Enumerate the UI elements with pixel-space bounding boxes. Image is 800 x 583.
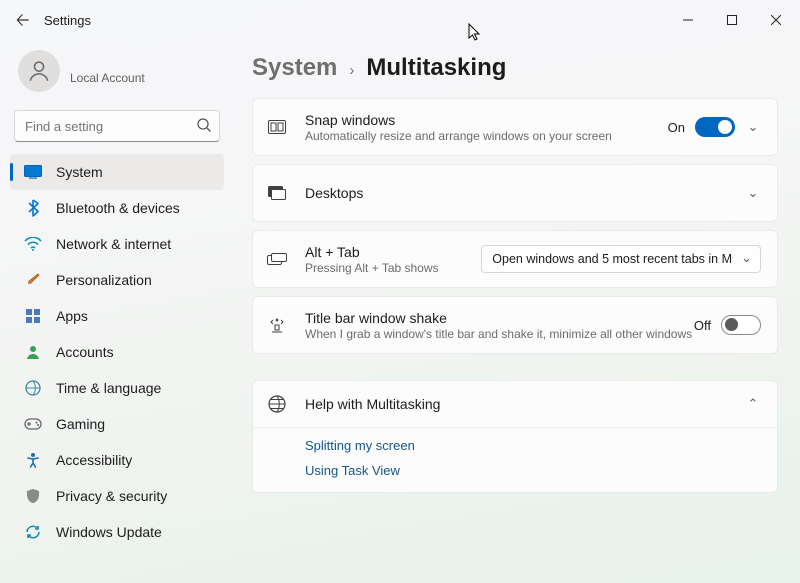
profile-name xyxy=(70,57,145,71)
snap-title: Snap windows xyxy=(305,112,668,128)
chevron-up-icon[interactable]: ⌃ xyxy=(745,396,761,412)
minimize-button[interactable] xyxy=(666,4,710,36)
breadcrumb-current: Multitasking xyxy=(366,54,506,82)
nav-privacy[interactable]: Privacy & security xyxy=(10,478,224,514)
display-icon xyxy=(24,163,42,181)
shake-icon xyxy=(267,317,287,333)
nav-label: System xyxy=(56,164,103,180)
nav-label: Gaming xyxy=(56,416,105,432)
desktops-card[interactable]: Desktops ⌄ xyxy=(252,164,778,222)
wifi-icon xyxy=(24,235,42,253)
titlebar: Settings xyxy=(0,0,800,40)
breadcrumb: System › Multitasking xyxy=(252,54,778,82)
alttab-icon xyxy=(267,253,287,265)
snap-state-label: On xyxy=(668,120,685,135)
desktops-icon xyxy=(267,186,287,200)
shield-icon xyxy=(24,487,42,505)
alttab-card: Alt + Tab Pressing Alt + Tab shows Open … xyxy=(252,230,778,288)
globe-clock-icon xyxy=(24,379,42,397)
nav-accessibility[interactable]: Accessibility xyxy=(10,442,224,478)
nav-label: Accessibility xyxy=(56,452,132,468)
snap-windows-icon xyxy=(267,120,287,134)
nav-gaming[interactable]: Gaming xyxy=(10,406,224,442)
back-button[interactable] xyxy=(10,7,36,33)
desktops-title: Desktops xyxy=(305,185,745,201)
gaming-icon xyxy=(24,415,42,433)
help-header[interactable]: Help with Multitasking ⌃ xyxy=(253,381,777,427)
help-link-split[interactable]: Splitting my screen xyxy=(305,438,763,453)
breadcrumb-parent[interactable]: System xyxy=(252,54,337,82)
search-input[interactable] xyxy=(14,110,220,142)
content: System › Multitasking Snap windows Autom… xyxy=(234,40,800,583)
search-icon xyxy=(196,117,212,133)
arrow-left-icon xyxy=(16,13,30,27)
maximize-icon xyxy=(727,15,737,25)
alttab-title: Alt + Tab xyxy=(305,244,481,260)
sidebar: Local Account System Bluetooth & devices… xyxy=(0,40,234,583)
nav-apps[interactable]: Apps xyxy=(10,298,224,334)
accounts-icon xyxy=(24,343,42,361)
help-title: Help with Multitasking xyxy=(305,396,745,412)
nav-label: Personalization xyxy=(56,272,152,288)
profile-block[interactable]: Local Account xyxy=(10,44,224,104)
chevron-right-icon: › xyxy=(349,62,354,79)
nav-label: Windows Update xyxy=(56,524,162,540)
close-icon xyxy=(771,15,781,25)
accessibility-icon xyxy=(24,451,42,469)
globe-icon xyxy=(267,395,287,413)
profile-subtitle: Local Account xyxy=(70,71,145,85)
shake-desc: When I grab a window's title bar and sha… xyxy=(305,327,694,341)
brush-icon xyxy=(24,271,42,289)
nav-label: Apps xyxy=(56,308,88,324)
shake-state-label: Off xyxy=(694,318,711,333)
nav-network[interactable]: Network & internet xyxy=(10,226,224,262)
shake-title: Title bar window shake xyxy=(305,310,694,326)
help-link-taskview[interactable]: Using Task View xyxy=(305,463,763,478)
nav: System Bluetooth & devices Network & int… xyxy=(10,154,224,550)
snap-toggle[interactable] xyxy=(695,117,735,137)
nav-label: Privacy & security xyxy=(56,488,167,504)
nav-personalization[interactable]: Personalization xyxy=(10,262,224,298)
nav-label: Bluetooth & devices xyxy=(56,200,180,216)
nav-bluetooth[interactable]: Bluetooth & devices xyxy=(10,190,224,226)
update-icon xyxy=(24,523,42,541)
window-title: Settings xyxy=(44,13,91,28)
snap-windows-card[interactable]: Snap windows Automatically resize and ar… xyxy=(252,98,778,156)
nav-label: Accounts xyxy=(56,344,114,360)
nav-time[interactable]: Time & language xyxy=(10,370,224,406)
shake-card: Title bar window shake When I grab a win… xyxy=(252,296,778,354)
nav-system[interactable]: System xyxy=(10,154,224,190)
maximize-button[interactable] xyxy=(710,4,754,36)
nav-label: Network & internet xyxy=(56,236,171,252)
alttab-desc: Pressing Alt + Tab shows xyxy=(305,261,481,275)
nav-update[interactable]: Windows Update xyxy=(10,514,224,550)
shake-toggle[interactable] xyxy=(721,315,761,335)
nav-label: Time & language xyxy=(56,380,161,396)
close-button[interactable] xyxy=(754,4,798,36)
snap-desc: Automatically resize and arrange windows… xyxy=(305,129,668,143)
minimize-icon xyxy=(683,15,693,25)
avatar xyxy=(18,50,60,92)
help-card: Help with Multitasking ⌃ Splitting my sc… xyxy=(252,380,778,493)
alttab-dropdown[interactable]: Open windows and 5 most recent tabs in M xyxy=(481,245,761,273)
chevron-down-icon[interactable]: ⌄ xyxy=(745,185,761,201)
bluetooth-icon xyxy=(24,199,42,217)
search-box xyxy=(14,110,220,142)
chevron-down-icon[interactable]: ⌄ xyxy=(745,119,761,135)
nav-accounts[interactable]: Accounts xyxy=(10,334,224,370)
window-controls xyxy=(666,4,798,36)
apps-icon xyxy=(24,307,42,325)
person-icon xyxy=(26,58,52,84)
